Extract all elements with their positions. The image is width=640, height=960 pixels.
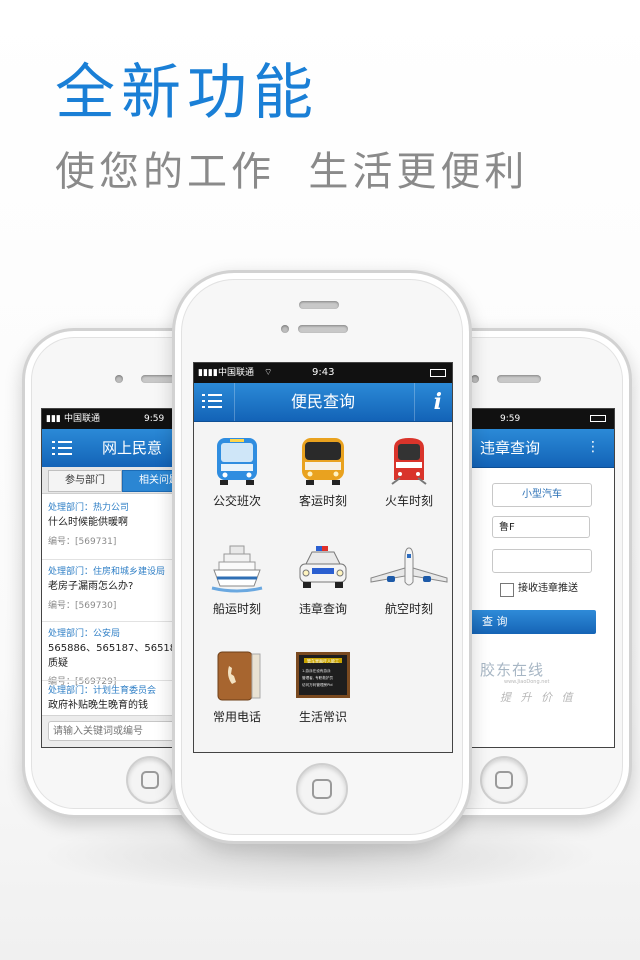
- camera-icon: [471, 375, 479, 383]
- grid-panel: 公交班次 客运时刻 火车时刻 船运时刻 违章查询 航空时刻 常用电话 管车里面吓…: [194, 422, 452, 752]
- battery-icon: [430, 369, 446, 377]
- camera-icon: [281, 325, 289, 333]
- ship-icon: [211, 545, 263, 593]
- speaker-grille: [497, 375, 541, 383]
- divider: [234, 383, 235, 421]
- watermark-slogan: 提 升 价 值: [500, 691, 576, 704]
- home-button[interactable]: [126, 756, 174, 804]
- grid-label: 生活常识: [298, 710, 347, 724]
- battery-icon: [590, 415, 606, 422]
- signal-icon: ▮▮▮: [46, 414, 61, 424]
- status-bar: ▮▮▮▮ 中国联通 ⌔ 9:43: [194, 363, 452, 383]
- board-line: 1.游泳在设有游泳: [302, 668, 331, 673]
- board-line: 管车里面吓人能工: [307, 658, 339, 664]
- grid-label: 船运时刻: [212, 602, 261, 616]
- train-icon: [391, 438, 427, 485]
- grid-item-phonebook[interactable]: 常用电话: [194, 650, 280, 725]
- camera-icon: [115, 375, 123, 383]
- vehicle-type-select[interactable]: 小型汽车: [492, 483, 592, 507]
- divider: [414, 383, 415, 421]
- signal-icon: ▮▮▮▮: [198, 368, 218, 378]
- watermark-logo: 胶东在线: [480, 661, 545, 679]
- info-icon[interactable]: i: [434, 383, 442, 421]
- watermark-url: www.JiaoDong.net: [504, 679, 550, 685]
- grid-item-life-tips[interactable]: 管车里面吓人能工 1.游泳在设有游泳 管理者, 专职救护员 访问万利管理房Pid…: [280, 650, 366, 725]
- bus-icon: [217, 438, 257, 485]
- center-screen: ▮▮▮▮ 中国联通 ⌔ 9:43 便民查询 i 公交班次 客运时刻 火车时刻 船…: [193, 362, 453, 753]
- coach-icon: [302, 438, 344, 485]
- grid-item-coach[interactable]: 客运时刻: [280, 434, 366, 509]
- more-icon[interactable]: ⋮: [586, 439, 600, 455]
- nav-bar: 便民查询 i: [194, 383, 452, 422]
- engine-number-field[interactable]: [492, 549, 592, 573]
- nav-title: 违章查询: [479, 439, 540, 457]
- carrier-label: 中国联通: [64, 414, 101, 424]
- grid-item-flight[interactable]: 航空时刻: [366, 542, 452, 617]
- grid-item-bus[interactable]: 公交班次: [194, 434, 280, 509]
- blackboard-icon: 管车里面吓人能工 1.游泳在设有游泳 管理者, 专职救护员 访问万利管理房Pid: [296, 652, 350, 698]
- plate-number-field[interactable]: 鲁F: [492, 516, 590, 538]
- menu-icon[interactable]: [202, 392, 222, 410]
- menu-icon[interactable]: [52, 439, 72, 457]
- center-phone: ▮▮▮▮ 中国联通 ⌔ 9:43 便民查询 i 公交班次 客运时刻 火车时刻 船…: [172, 270, 472, 844]
- grid-label: 公交班次: [212, 494, 261, 508]
- grid-label: 客运时刻: [298, 494, 347, 508]
- grid-label: 违章查询: [298, 602, 347, 616]
- status-time: 9:59: [144, 414, 165, 424]
- push-checkbox[interactable]: [500, 583, 514, 597]
- subline: 使您的工作 生活更便利: [55, 149, 529, 195]
- status-time: 9:59: [500, 414, 521, 424]
- home-button[interactable]: [480, 756, 528, 804]
- item-question: 565886、565187、565186 质疑: [48, 643, 183, 669]
- grid-item-violation[interactable]: 违章查询: [280, 542, 366, 617]
- grid-label: 航空时刻: [384, 602, 433, 616]
- push-label: 接收违章推送: [518, 583, 578, 594]
- headline: 全新功能: [55, 58, 319, 128]
- speaker-grille: [298, 325, 348, 333]
- grid-label: 火车时刻: [384, 494, 433, 508]
- airplane-icon: [370, 547, 448, 586]
- home-button[interactable]: [296, 763, 348, 815]
- police-car-icon: [299, 546, 347, 588]
- phonebook-icon: [217, 651, 261, 701]
- top-sensor: [299, 301, 339, 309]
- grid-label: 常用电话: [212, 710, 261, 724]
- wifi-icon: ⌔: [264, 368, 273, 378]
- status-time: 9:43: [312, 367, 335, 378]
- nav-title: 便民查询: [290, 392, 355, 411]
- board-line: 管理者, 专职救护员: [302, 675, 333, 680]
- grid-item-ship[interactable]: 船运时刻: [194, 542, 280, 617]
- tab-departments[interactable]: 参与部门: [48, 470, 122, 492]
- carrier-label: 中国联通: [218, 368, 255, 378]
- grid-item-train[interactable]: 火车时刻: [366, 434, 452, 509]
- board-line: 访问万利管理房Pid: [302, 682, 333, 687]
